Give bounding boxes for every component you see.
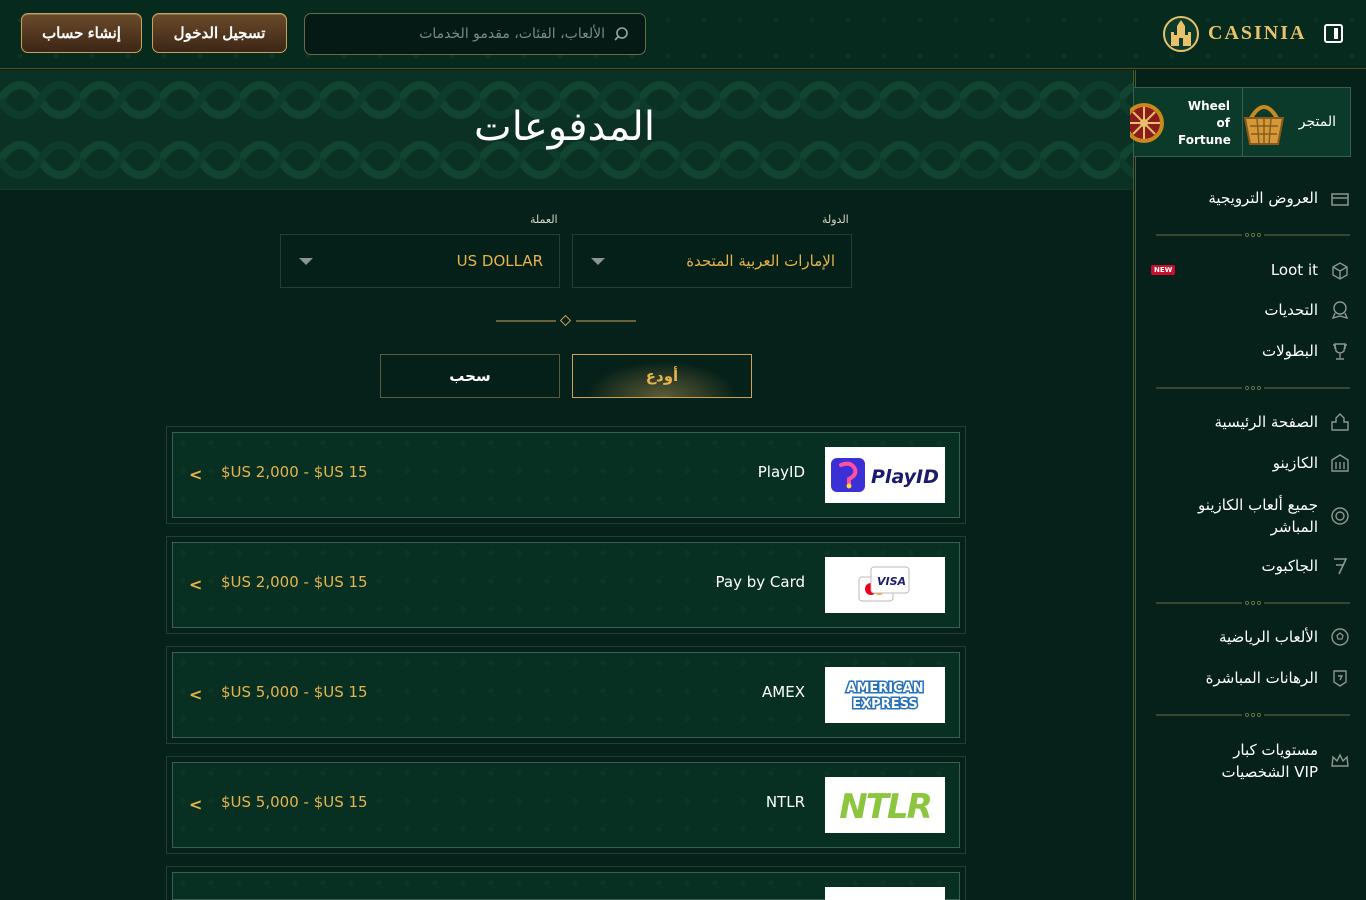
challenge-icon xyxy=(1331,301,1349,320)
payment-method-row[interactable]: NTLR NTLR $US 5,000 - $US 15 < xyxy=(166,756,966,854)
login-button[interactable]: تسجيل الدخول xyxy=(152,13,287,53)
ornament-divider xyxy=(1156,385,1350,391)
sidebar-item-casino[interactable]: الكازينو xyxy=(1160,453,1350,473)
wheel-icon xyxy=(1130,103,1164,143)
shop-tile[interactable]: المتجر xyxy=(1242,88,1350,156)
payment-name: PlayID xyxy=(757,463,805,481)
country-label: الدولة xyxy=(822,213,849,226)
wheel-of-fortune-tile[interactable]: Wheel of Fortune xyxy=(1130,88,1242,156)
wheel-label: Wheel of Fortune xyxy=(1178,99,1231,147)
jackpot-seven-icon xyxy=(1334,558,1348,575)
sidebar-item-label: الجاكبوت xyxy=(1261,557,1318,575)
chevron-down-icon xyxy=(299,257,313,265)
currency-value: US DOLLAR xyxy=(456,252,543,270)
register-button[interactable]: إنشاء حساب xyxy=(21,13,142,53)
sidebar-item-label: الرهانات المباشرة xyxy=(1205,669,1318,687)
soccer-ball-icon xyxy=(1331,628,1349,646)
currency-select[interactable]: US DOLLAR xyxy=(280,234,560,288)
svg-text:NTLR: NTLR xyxy=(839,787,931,825)
sidebar-item-live-bets[interactable]: الرهانات المباشرة xyxy=(1160,668,1350,688)
home-castle-icon xyxy=(1331,413,1349,431)
sidebar-item-loot-it[interactable]: Loot it xyxy=(1160,260,1350,280)
sidebar-item-label: الصفحة الرئيسية xyxy=(1214,413,1319,431)
chevron-left-icon: < xyxy=(189,575,203,594)
sidebar-item-label: التحديات xyxy=(1264,301,1318,319)
loot-box-icon xyxy=(1332,262,1348,280)
sidebar-item-jackpot[interactable]: الجاكبوت xyxy=(1160,556,1350,576)
payment-name: AMEX xyxy=(762,683,805,701)
payment-name: NTLR xyxy=(765,793,805,811)
svg-text:VISA: VISA xyxy=(877,575,906,588)
basket-icon xyxy=(1243,105,1285,145)
currency-label: العملة xyxy=(530,213,558,226)
brand-name: CASINIA xyxy=(1208,21,1307,44)
search-icon xyxy=(614,27,628,41)
sidebar-item-challenges[interactable]: التحديات xyxy=(1160,300,1350,320)
tab-withdraw[interactable]: سحب xyxy=(380,354,560,398)
payment-method-row[interactable] xyxy=(166,866,966,900)
casino-building-icon xyxy=(1331,454,1349,472)
crown-icon xyxy=(1331,753,1349,767)
chevron-left-icon: < xyxy=(189,465,203,484)
brand-logo[interactable]: CASINIA xyxy=(1162,12,1306,54)
ornament-divider xyxy=(1156,600,1350,606)
chevron-left-icon: < xyxy=(189,685,203,704)
sidebar-item-label: جميع ألعاب الكازينو المباشر xyxy=(1198,496,1318,536)
chevron-down-icon xyxy=(591,257,605,265)
payment-range: $US 2,000 - $US 15 xyxy=(221,573,368,591)
search-placeholder: الألعاب، الفئات، مقدمو الخدمات xyxy=(419,26,605,42)
svg-text:AMERICAN: AMERICAN xyxy=(846,681,923,696)
country-select[interactable]: الإمارات العربية المتحدة xyxy=(572,234,852,288)
country-value: الإمارات العربية المتحدة xyxy=(686,252,835,270)
payment-method-row[interactable]: VISA Pay by Card $US 2,000 - $US 15 < xyxy=(166,536,966,634)
sidebar-item-vip[interactable]: مستويات كبار الشخصيات VIP xyxy=(1160,739,1350,783)
sidebar-item-promotions[interactable]: العروض الترويجية xyxy=(1160,188,1350,208)
payment-method-row[interactable]: AMERICAN EXPRESS AMEX $US 5,000 - $US 15… xyxy=(166,646,966,744)
sidebar-item-live-casino[interactable]: جميع ألعاب الكازينو المباشر xyxy=(1160,494,1350,538)
playid-logo: PlayID xyxy=(825,447,945,503)
search-input[interactable]: الألعاب، الفئات، مقدمو الخدمات xyxy=(304,13,646,55)
payment-logo xyxy=(825,887,945,900)
payment-range: $US 5,000 - $US 15 xyxy=(221,683,368,701)
live-bet-icon xyxy=(1333,670,1347,687)
sidebar-toggle-icon[interactable] xyxy=(1324,24,1343,43)
sidebar-item-label: مستويات كبار الشخصيات VIP xyxy=(1221,741,1318,781)
sidebar-item-label: الكازينو xyxy=(1272,454,1318,472)
ornament-divider xyxy=(1156,232,1350,238)
sidebar-item-tournaments[interactable]: البطولات xyxy=(1160,341,1350,361)
payment-range: $US 2,000 - $US 15 xyxy=(221,463,368,481)
promo-strip: Wheel of Fortune المتجر xyxy=(1130,87,1351,157)
payment-name: Pay by Card xyxy=(715,573,805,591)
sidebar-item-home[interactable]: الصفحة الرئيسية xyxy=(1160,412,1350,432)
amex-logo: AMERICAN EXPRESS xyxy=(825,667,945,723)
svg-text:PlayID: PlayID xyxy=(871,466,939,488)
live-chip-icon xyxy=(1331,507,1349,525)
castle-logo-icon xyxy=(1163,16,1199,52)
sidebar-item-label: العروض الترويجية xyxy=(1208,189,1318,207)
card-logo: VISA xyxy=(825,557,945,613)
shop-label: المتجر xyxy=(1298,114,1336,130)
chevron-left-icon: < xyxy=(189,795,203,814)
sidebar-item-label: البطولات xyxy=(1262,342,1318,360)
tab-deposit[interactable]: أودع xyxy=(572,354,752,398)
top-bar: إنشاء حساب تسجيل الدخول الألعاب، الفئات،… xyxy=(0,0,1366,69)
sidebar-item-sports[interactable]: الألعاب الرياضية xyxy=(1160,627,1350,647)
gift-box-icon xyxy=(1331,193,1349,206)
sidebar-item-label: الألعاب الرياضية xyxy=(1218,628,1318,646)
ornament-divider xyxy=(1156,712,1350,718)
svg-text:EXPRESS: EXPRESS xyxy=(852,697,917,712)
sidebar-item-label: Loot it xyxy=(1270,261,1318,279)
trophy-icon xyxy=(1333,343,1347,360)
ornament-divider xyxy=(496,314,636,327)
page-title: المدفوعات xyxy=(474,104,655,150)
payment-range: $US 5,000 - $US 15 xyxy=(221,793,368,811)
ntlr-logo: NTLR xyxy=(825,777,945,833)
payment-method-row[interactable]: PlayID PlayID $US 2,000 - $US 15 < xyxy=(166,426,966,524)
